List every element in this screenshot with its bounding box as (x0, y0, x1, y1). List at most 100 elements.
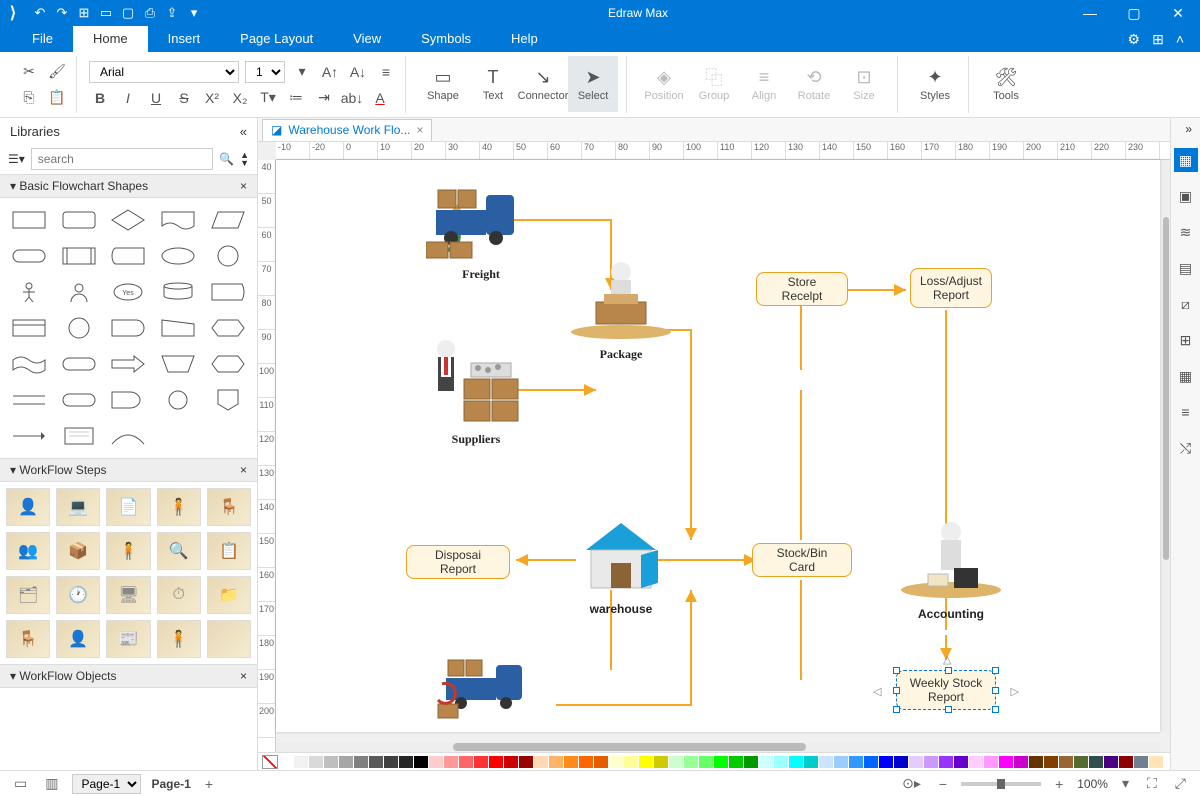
font-name-select[interactable]: Arial (89, 61, 239, 83)
shape-blank1[interactable] (155, 420, 201, 452)
workflow-item[interactable]: ⏱ (157, 576, 201, 614)
color-swatch[interactable] (459, 756, 473, 768)
color-swatch[interactable] (759, 756, 773, 768)
color-swatch[interactable] (489, 756, 503, 768)
color-swatch[interactable] (519, 756, 533, 768)
page-select[interactable]: Page-1 (72, 774, 141, 794)
color-swatch[interactable] (1074, 756, 1088, 768)
styles-tool[interactable]: ✦Styles (910, 56, 960, 112)
color-swatch[interactable] (1149, 756, 1163, 768)
close-section-icon[interactable]: × (240, 179, 247, 193)
color-swatch[interactable] (324, 756, 338, 768)
color-swatch[interactable] (984, 756, 998, 768)
workflow-item[interactable]: 🪑 (6, 620, 50, 658)
italic-button[interactable]: I (117, 87, 139, 109)
color-swatch[interactable] (429, 756, 443, 768)
shape-database[interactable] (155, 276, 201, 308)
text-case-button[interactable]: T▾ (257, 87, 279, 109)
shape-circle3[interactable] (155, 384, 201, 416)
fullscreen-icon[interactable]: ⤢ (1171, 775, 1190, 792)
node-warehouse[interactable]: warehouse (566, 515, 676, 616)
shape-delay[interactable] (106, 312, 152, 344)
search-icon[interactable]: 🔍 (219, 152, 234, 166)
collapse-panel-icon[interactable]: « (240, 124, 247, 139)
color-swatch[interactable] (819, 756, 833, 768)
shape-rounded[interactable] (56, 204, 102, 236)
indent-button[interactable]: ⇥ (313, 87, 335, 109)
nav-up-icon[interactable]: △ (943, 653, 951, 666)
color-swatch[interactable] (774, 756, 788, 768)
color-swatch[interactable] (744, 756, 758, 768)
node-freight[interactable]: Freight (426, 170, 536, 282)
color-swatch[interactable] (1134, 756, 1148, 768)
color-swatch[interactable] (879, 756, 893, 768)
strike-button[interactable]: S (173, 87, 195, 109)
shape-hex[interactable] (205, 348, 251, 380)
node-suppliers[interactable]: Suppliers (416, 335, 536, 447)
close-tab-icon[interactable]: × (416, 123, 423, 137)
shape-tape[interactable] (6, 348, 52, 380)
color-swatch[interactable] (579, 756, 593, 768)
workflow-item[interactable]: 🖥 (106, 576, 150, 614)
color-swatch[interactable] (564, 756, 578, 768)
shape-circle2[interactable] (56, 312, 102, 344)
color-swatch[interactable] (1014, 756, 1028, 768)
nav-left-icon[interactable]: ◁ (873, 685, 881, 698)
rp-list-icon[interactable]: ≡ (1174, 400, 1198, 424)
shape-loop[interactable] (56, 348, 102, 380)
color-swatch[interactable] (684, 756, 698, 768)
workflow-item[interactable]: 📄 (106, 488, 150, 526)
color-swatch[interactable] (1044, 756, 1058, 768)
workflow-item[interactable]: 🗂 (6, 576, 50, 614)
color-swatch[interactable] (909, 756, 923, 768)
workflow-item[interactable] (207, 620, 251, 658)
color-swatch[interactable] (1119, 756, 1133, 768)
section-workflow-steps[interactable]: ▾ WorkFlow Steps× (0, 458, 257, 482)
color-swatch[interactable] (279, 756, 293, 768)
shape-predefined[interactable] (56, 240, 102, 272)
color-swatch[interactable] (729, 756, 743, 768)
workflow-item[interactable]: 👤 (6, 488, 50, 526)
tools-tool[interactable]: 🛠Tools (981, 56, 1031, 112)
color-swatch[interactable] (669, 756, 683, 768)
color-swatch[interactable] (939, 756, 953, 768)
workflow-item[interactable]: 🧍 (157, 620, 201, 658)
search-input[interactable] (31, 148, 213, 170)
vertical-scrollbar[interactable] (1162, 160, 1170, 732)
settings-icon[interactable]: ⚙ (1128, 31, 1141, 48)
play-icon[interactable]: ⊙▸ (898, 775, 925, 792)
workflow-item[interactable]: 🧍 (106, 532, 150, 570)
shape-card[interactable] (6, 312, 52, 344)
document-tab[interactable]: ◪ Warehouse Work Flo... × (262, 119, 432, 141)
rp-library-icon[interactable]: ▦ (1174, 148, 1198, 172)
section-workflow-objects[interactable]: ▾ WorkFlow Objects× (0, 664, 257, 688)
no-fill-swatch[interactable] (262, 755, 278, 769)
list-button[interactable]: ≔ (285, 87, 307, 109)
save-button[interactable]: ▢ (118, 3, 138, 23)
shape-arc[interactable] (106, 420, 152, 452)
menu-file[interactable]: File (12, 26, 73, 52)
shape-parallel[interactable] (6, 384, 52, 416)
shape-data[interactable] (205, 204, 251, 236)
color-swatch[interactable] (999, 756, 1013, 768)
redo-button[interactable]: ↷ (52, 3, 72, 23)
menu-symbols[interactable]: Symbols (401, 26, 491, 52)
rp-chart-icon[interactable]: ⧄ (1174, 292, 1198, 316)
color-swatch[interactable] (309, 756, 323, 768)
shape-tool[interactable]: ▭Shape (418, 56, 468, 112)
underline-button[interactable]: U (145, 87, 167, 109)
color-swatch[interactable] (654, 756, 668, 768)
apps-icon[interactable]: ⊞ (1152, 31, 1164, 48)
workflow-item[interactable]: 🕐 (56, 576, 100, 614)
color-swatch[interactable] (504, 756, 518, 768)
shape-decision[interactable] (106, 204, 152, 236)
color-swatch[interactable] (549, 756, 563, 768)
color-swatch[interactable] (354, 756, 368, 768)
maximize-button[interactable]: ▢ (1112, 0, 1156, 26)
close-section-icon[interactable]: × (240, 669, 247, 683)
zoom-dropdown[interactable]: ▾ (1118, 775, 1133, 792)
open-button[interactable]: ▭ (96, 3, 116, 23)
color-swatch[interactable] (474, 756, 488, 768)
text-tool[interactable]: TText (468, 56, 518, 112)
shape-line-arrow[interactable] (6, 420, 52, 452)
